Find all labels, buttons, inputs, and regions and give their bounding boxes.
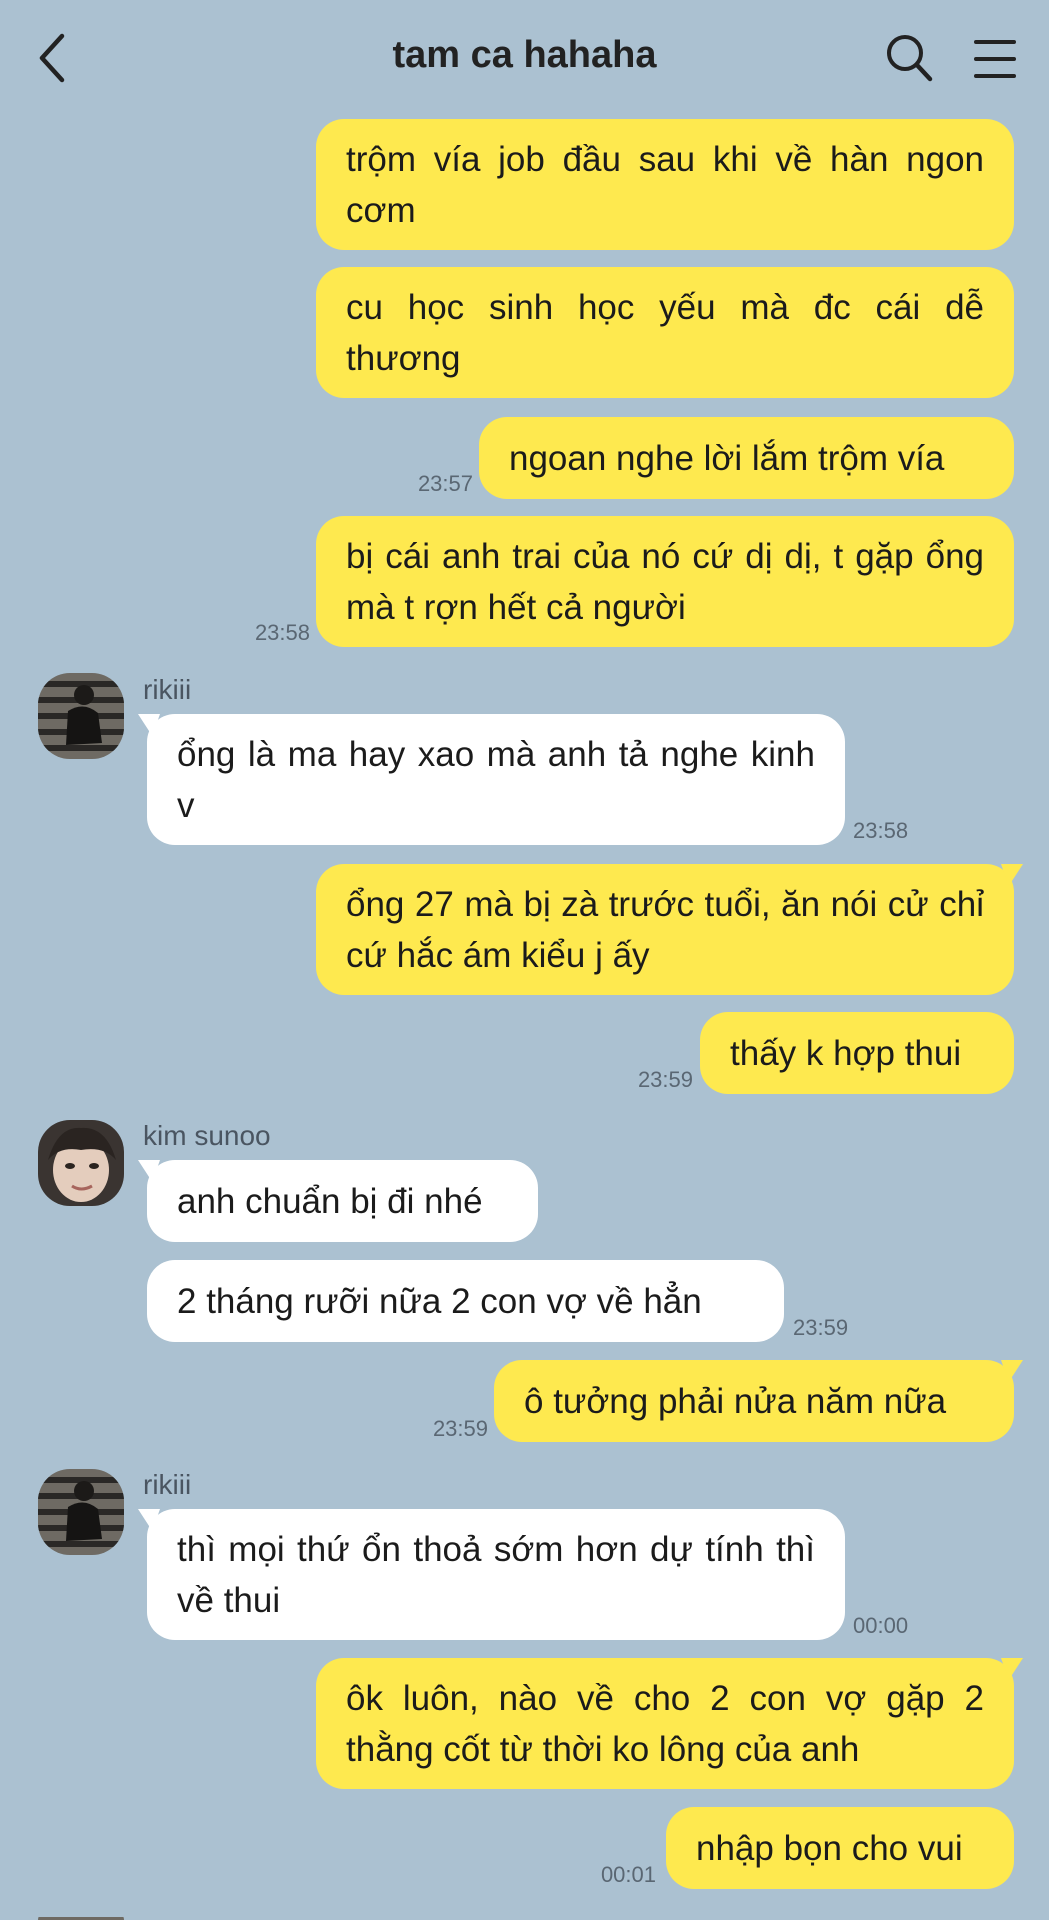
message-timestamp: 23:57 [417, 471, 473, 496]
my-message-bubble[interactable]: ôk luôn, nào về cho 2 con vợ gặp 2 thằng… [316, 1658, 1023, 1789]
message-text: thấy k hợp thui [730, 1033, 962, 1073]
avatar-partial[interactable] [38, 1912, 124, 1920]
search-button[interactable] [884, 32, 934, 84]
chat-header: tam ca hahaha [0, 0, 1049, 118]
message-timestamp: 00:00 [853, 1613, 909, 1638]
my-message-bubble[interactable]: trộm vía job đầu sau khi về hàn ngon cơm [316, 119, 1014, 250]
bubble-tail [138, 1509, 160, 1531]
message-text: bị cái anh trai của nó cứ dị dị, t gặp ổ… [346, 536, 984, 627]
message-text: cu học sinh học yếu mà đc cái dễ thương [346, 287, 984, 378]
avatar-rikiii[interactable] [38, 1469, 124, 1555]
message-text: nhập bọn cho vui [696, 1828, 963, 1868]
message-text: anh chuẩn bị đi nhé [177, 1181, 483, 1221]
message-text: trộm vía job đầu sau khi về hàn ngon cơm [346, 139, 984, 230]
message-text: ổng 27 mà bị zà trước tuổi, ăn nói cử ch… [346, 884, 984, 975]
message-text: ô tưởng phải nửa năm nữa [524, 1381, 947, 1421]
my-message-bubble[interactable]: ngoan nghe lời lắm trộm vía [479, 417, 1014, 499]
my-message-bubble[interactable]: cu học sinh học yếu mà đc cái dễ thương [316, 267, 1014, 398]
message-timestamp: 23:58 [254, 620, 310, 645]
message-timestamp: 23:58 [853, 818, 909, 843]
their-message-bubble[interactable]: ổng là ma hay xao mà anh tả nghe kinh v [138, 714, 845, 845]
message-timestamp: 23:59 [432, 1416, 488, 1441]
avatar-photo [38, 1120, 124, 1206]
message-text: 2 tháng rưỡi nữa 2 con vợ về hẳn [177, 1281, 702, 1321]
my-message-bubble[interactable]: ổng 27 mà bị zà trước tuổi, ăn nói cử ch… [316, 864, 1023, 995]
chat-title: tam ca hahaha [392, 34, 657, 76]
message-text: ngoan nghe lời lắm trộm vía [509, 438, 945, 478]
sender-name: kim sunoo [143, 1120, 271, 1151]
search-icon [887, 35, 933, 82]
avatar-kim-sunoo[interactable] [38, 1120, 124, 1206]
bubble-tail [1001, 864, 1023, 886]
sender-name: rikiii [143, 1469, 192, 1500]
my-message-bubble[interactable]: thấy k hợp thui [700, 1012, 1014, 1094]
avatar-rikiii[interactable] [38, 673, 124, 759]
message-text: thì mọi thứ ổn thoả sớm hơn dự tính thì … [177, 1529, 815, 1620]
bubble-tail [1001, 1658, 1023, 1680]
back-button[interactable] [28, 28, 78, 88]
chevron-left-icon [39, 33, 65, 83]
their-message-bubble[interactable]: anh chuẩn bị đi nhé [138, 1160, 538, 1242]
their-message-bubble[interactable]: thì mọi thứ ổn thoả sớm hơn dự tính thì … [138, 1509, 845, 1640]
avatar-photo [38, 1469, 124, 1555]
bubble-tail [138, 714, 160, 736]
message-text: ôk luôn, nào về cho 2 con vợ gặp 2 thằng… [346, 1678, 984, 1769]
menu-button[interactable] [972, 38, 1018, 80]
avatar-photo [38, 673, 124, 759]
message-timestamp: 23:59 [637, 1067, 693, 1092]
message-timestamp: 23:59 [793, 1315, 849, 1340]
my-message-bubble[interactable]: bị cái anh trai của nó cứ dị dị, t gặp ổ… [316, 516, 1014, 647]
my-message-bubble[interactable]: ô tưởng phải nửa năm nữa [494, 1360, 1023, 1442]
my-message-bubble[interactable]: nhập bọn cho vui [666, 1807, 1014, 1889]
hamburger-menu-icon [974, 40, 1016, 78]
message-timestamp: 00:01 [600, 1862, 656, 1887]
sender-name: rikiii [143, 674, 192, 705]
bubble-tail [1001, 1360, 1023, 1382]
bubble-tail [138, 1160, 160, 1182]
message-text: ổng là ma hay xao mà anh tả nghe kinh v [177, 734, 815, 825]
their-message-bubble[interactable]: 2 tháng rưỡi nữa 2 con vợ về hẳn [147, 1260, 784, 1342]
